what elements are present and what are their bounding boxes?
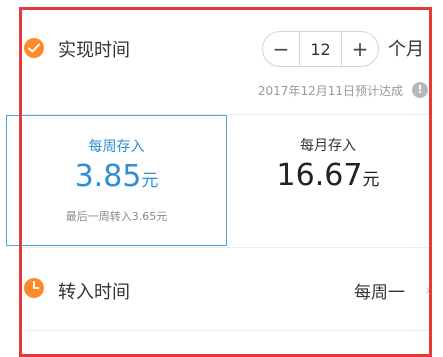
check-circle-icon — [24, 38, 44, 58]
monthly-deposit-amount: 16.67元 — [228, 159, 428, 197]
achieve-time-row: 实现时间 − 12 + 个月 — [0, 28, 443, 68]
increment-button[interactable]: + — [342, 32, 378, 66]
transfer-time-label: 转入时间 — [58, 282, 130, 303]
estimate-row: 2017年12月11日预计达成 ! — [0, 80, 443, 100]
monthly-deposit-title: 每月存入 — [300, 138, 356, 154]
clock-icon — [24, 278, 44, 298]
transfer-day-value[interactable]: 每周一 — [354, 278, 405, 303]
last-week-transfer-note: 最后一周转入3.65元 — [65, 210, 168, 223]
decrement-button[interactable]: − — [263, 32, 299, 66]
monthly-deposit-option[interactable]: 每月存入 16.67元 — [228, 115, 428, 246]
transfer-time-row[interactable]: 转入时间 每周一 › — [0, 268, 443, 308]
month-count-value[interactable]: 12 — [299, 32, 342, 66]
weekly-deposit-amount: 3.85元 — [7, 160, 226, 198]
month-unit-label: 个月 — [388, 39, 424, 60]
weekly-deposit-title: 每周存入 — [88, 139, 145, 155]
monthly-amount-value: 16.67 — [276, 158, 363, 193]
weekly-amount-value: 3.85 — [74, 159, 142, 194]
monthly-currency-unit: 元 — [362, 170, 380, 190]
info-icon[interactable]: ! — [412, 82, 428, 98]
weekly-deposit-option[interactable]: 每周存入 3.85元 最后一周转入3.65元 — [6, 115, 227, 246]
estimate-date-text: 2017年12月11日预计达成 — [257, 84, 403, 98]
achieve-time-label: 实现时间 — [58, 40, 130, 61]
chevron-right-icon[interactable]: › — [425, 280, 431, 299]
top-cutoff — [0, 0, 443, 7]
month-stepper[interactable]: − 12 + — [262, 31, 379, 67]
divider — [22, 330, 430, 331]
weekly-currency-unit: 元 — [141, 171, 159, 191]
divider — [22, 247, 430, 248]
